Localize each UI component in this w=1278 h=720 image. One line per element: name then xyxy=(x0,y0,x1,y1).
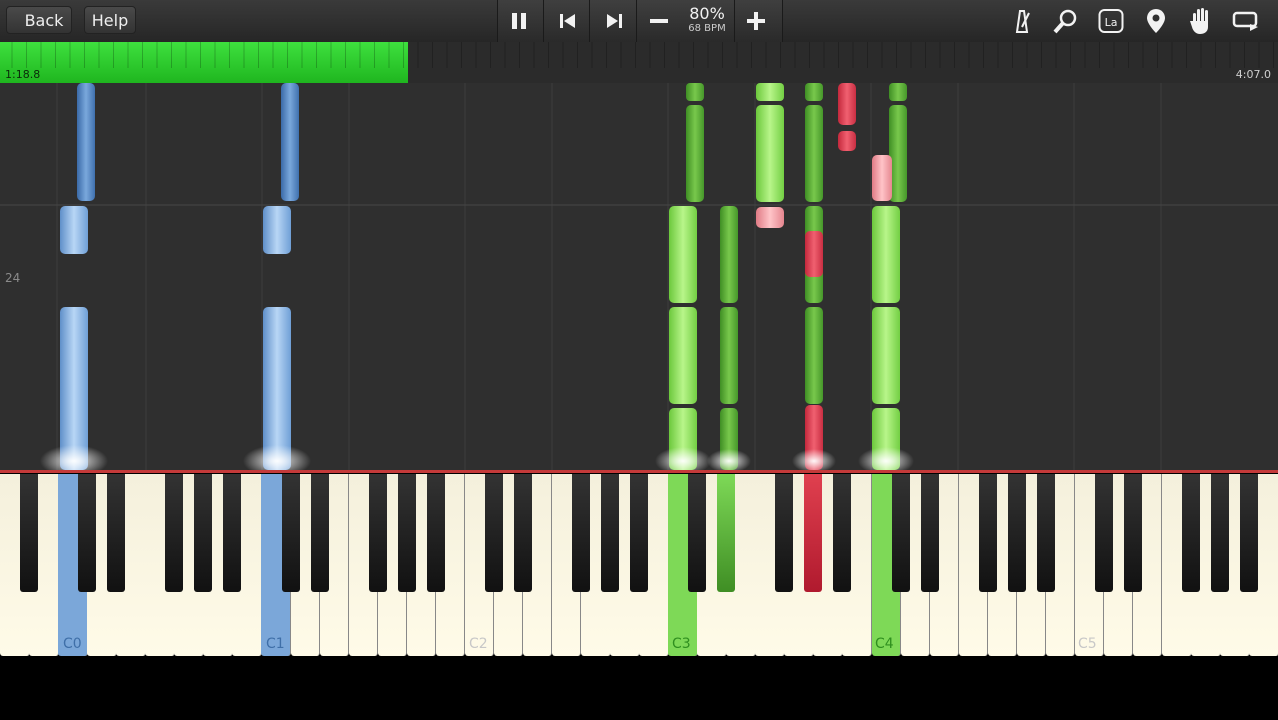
pause-icon[interactable] xyxy=(508,10,530,32)
hand-icon[interactable] xyxy=(1189,6,1213,36)
help-label: Help xyxy=(91,11,129,30)
left-hand-notes xyxy=(60,83,299,470)
plus-icon[interactable] xyxy=(744,9,768,33)
black-key[interactable] xyxy=(78,474,97,592)
black-key[interactable] xyxy=(978,474,997,592)
black-key[interactable] xyxy=(630,474,649,592)
measure-number: 24 xyxy=(5,271,21,285)
tempo-readout: 68 BPM xyxy=(688,23,726,34)
playback-controls xyxy=(497,0,783,42)
black-key[interactable] xyxy=(1211,474,1230,592)
bottom-bar xyxy=(0,660,1278,720)
elapsed-time: 1:18.8 xyxy=(5,68,41,81)
black-key[interactable] xyxy=(1094,474,1113,592)
key-hit-glow xyxy=(40,445,914,470)
minus-icon[interactable] xyxy=(647,10,671,32)
octave-label: C1 xyxy=(266,636,285,652)
black-key[interactable] xyxy=(426,474,445,592)
black-key[interactable] xyxy=(397,474,416,592)
black-key[interactable] xyxy=(281,474,300,592)
skip-forward-icon[interactable] xyxy=(602,10,626,32)
black-key[interactable] xyxy=(484,474,503,592)
black-key[interactable] xyxy=(194,474,213,592)
black-key[interactable] xyxy=(920,474,939,592)
black-key[interactable] xyxy=(107,474,126,592)
falling-notes xyxy=(0,83,1278,470)
separator xyxy=(734,0,735,42)
note-roll: 24 xyxy=(0,83,1278,470)
skip-back-icon[interactable] xyxy=(556,10,580,32)
octave-label: C2 xyxy=(469,636,488,652)
back-button[interactable]: Back xyxy=(6,6,72,34)
black-key[interactable] xyxy=(601,474,620,592)
black-key[interactable] xyxy=(833,474,852,592)
black-key[interactable] xyxy=(1182,474,1201,592)
octave-label: C4 xyxy=(875,636,894,652)
keyboard-top-line xyxy=(0,470,1278,473)
progress-ticks xyxy=(11,42,1274,68)
black-key[interactable] xyxy=(1123,474,1142,592)
black-key[interactable] xyxy=(310,474,329,592)
black-key[interactable] xyxy=(572,474,590,592)
black-key[interactable] xyxy=(1007,474,1026,592)
black-key[interactable] xyxy=(1240,474,1259,592)
black-key[interactable] xyxy=(368,474,387,592)
piano-keyboard[interactable]: C0 C1 C2 C3 C4 C5 xyxy=(0,470,1278,660)
separator xyxy=(636,0,637,42)
help-button[interactable]: Help xyxy=(84,6,136,34)
black-key[interactable] xyxy=(165,474,184,592)
zoom-icon[interactable] xyxy=(1052,7,1080,35)
black-key[interactable] xyxy=(513,474,532,592)
octave-label: C0 xyxy=(63,636,82,652)
back-label: Back xyxy=(24,11,64,30)
location-pin-icon[interactable] xyxy=(1145,7,1167,35)
black-key[interactable] xyxy=(804,474,823,592)
toolbar: Back Help 80% 68 BPM La xyxy=(0,0,1278,43)
separator xyxy=(589,0,590,42)
loop-icon[interactable] xyxy=(1232,8,1260,34)
black-key[interactable] xyxy=(20,474,39,592)
separator xyxy=(543,0,544,42)
black-key[interactable] xyxy=(223,474,242,592)
black-key[interactable] xyxy=(775,474,794,592)
total-time: 4:07.0 xyxy=(1235,68,1271,81)
black-key[interactable] xyxy=(688,474,707,592)
speed-percent[interactable]: 80% xyxy=(684,5,730,23)
octave-label: C5 xyxy=(1078,636,1097,652)
octave-label: C3 xyxy=(672,636,691,652)
black-key[interactable] xyxy=(717,474,736,592)
note-label-icon[interactable]: La xyxy=(1098,7,1124,35)
black-key[interactable] xyxy=(1036,474,1055,592)
black-key[interactable] xyxy=(891,474,910,592)
metronome-icon[interactable] xyxy=(1009,7,1035,35)
note-label-text: La xyxy=(1105,16,1118,29)
song-progress-bar[interactable] xyxy=(0,42,1278,83)
